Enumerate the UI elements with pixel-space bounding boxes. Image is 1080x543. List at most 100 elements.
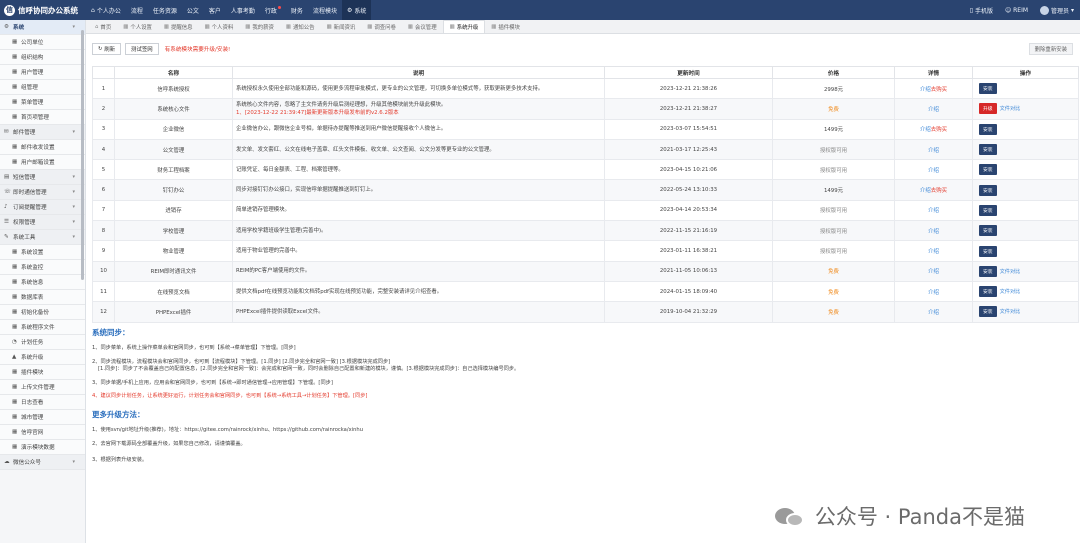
- sidebar-item-25[interactable]: ▦ 日志查看: [0, 395, 85, 410]
- price: 授权版可用: [772, 220, 895, 242]
- detail-link[interactable]: 介绍: [928, 229, 939, 235]
- price-value: 免费: [828, 309, 839, 316]
- module-name: 企业微信: [114, 118, 233, 140]
- delete-reinstall-button[interactable]: 删除重新安装: [1028, 43, 1073, 55]
- sidebar-item-1[interactable]: ▦ 公司单位: [0, 35, 85, 50]
- detail-link[interactable]: 介绍: [920, 127, 931, 133]
- upgrade-button[interactable]: 升级: [979, 103, 997, 115]
- detail-link[interactable]: 介绍: [928, 290, 939, 296]
- sidebar-item-0[interactable]: ⚙ 系统 ▾: [0, 20, 85, 35]
- install-button[interactable]: 安装: [979, 204, 997, 216]
- tab-0[interactable]: ⌂ 首页: [89, 20, 117, 33]
- sidebar-item-5[interactable]: ▦ 菜单管理: [0, 95, 85, 110]
- file-compare-link[interactable]: 文件对比: [1000, 106, 1021, 112]
- sidebar-item-19[interactable]: ▦ 初始化备份: [0, 305, 85, 320]
- install-button[interactable]: 安装: [979, 164, 997, 176]
- file-compare-link[interactable]: 文件对比: [1000, 309, 1021, 315]
- sidebar-item-20[interactable]: ▦ 系统程序文件: [0, 320, 85, 335]
- sidebar-item-11[interactable]: ☏ 即时通信管理 ▾: [0, 185, 85, 200]
- tab-7[interactable]: ▦ 调查问卷: [361, 20, 402, 33]
- refresh-button[interactable]: ↻ 刷新: [92, 43, 122, 55]
- install-button[interactable]: 安装: [979, 225, 997, 237]
- sidebar-item-3[interactable]: ▦ 用户管理: [0, 65, 85, 80]
- sidebar-item-17[interactable]: ▦ 系统信息: [0, 275, 85, 290]
- sidebar-item-22[interactable]: ▲ 系统升级: [0, 350, 85, 365]
- install-button[interactable]: 安装: [979, 83, 997, 95]
- topnav-item-2[interactable]: 任务资源: [148, 0, 182, 20]
- brand[interactable]: 信 信呼协同办公系统: [0, 4, 86, 16]
- detail-link[interactable]: 介绍: [928, 269, 939, 275]
- sidebar-item-9[interactable]: ▦ 用户邮箱设置: [0, 155, 85, 170]
- user-menu[interactable]: 管理员 ▾: [1034, 5, 1080, 15]
- topnav-item-9[interactable]: ⚙ 系统: [341, 0, 372, 20]
- tab-10[interactable]: ▦ 插件模块: [485, 20, 526, 33]
- file-compare-link[interactable]: 文件对比: [1000, 269, 1021, 275]
- sidebar-scrollbar[interactable]: [81, 30, 84, 280]
- sidebar-item-28[interactable]: ▦ 演示模块数据: [0, 440, 85, 455]
- sidebar-item-14[interactable]: ✎ 系统工具 ▾: [0, 230, 85, 245]
- topnav-item-4[interactable]: 客户: [204, 0, 226, 20]
- sidebar-item-8[interactable]: ▦ 邮件收发设置: [0, 140, 85, 155]
- buy-link[interactable]: 去购买: [931, 87, 947, 93]
- topnav-item-1[interactable]: 流程: [126, 0, 148, 20]
- sidebar-item-icon: ▦: [12, 294, 18, 300]
- test-network-button[interactable]: 测试签网: [125, 43, 159, 55]
- mobile-version-link[interactable]: ▯ 手机版: [964, 6, 999, 15]
- sidebar-item-26[interactable]: ▦ 城市管理: [0, 410, 85, 425]
- sidebar-item-18[interactable]: ▦ 数据库表: [0, 290, 85, 305]
- buy-link[interactable]: 去购买: [931, 188, 947, 194]
- sidebar-item-27[interactable]: ▦ 信呼官网: [0, 425, 85, 440]
- topnav-item-3[interactable]: 公文: [182, 0, 204, 20]
- topnav-item-5[interactable]: 人事考勤: [226, 0, 260, 20]
- notification-dot-icon: [277, 6, 281, 9]
- tab-1[interactable]: ▦ 个人设置: [117, 20, 158, 33]
- tab-2[interactable]: ▦ 提醒信息: [158, 20, 199, 33]
- detail-link[interactable]: 介绍: [928, 208, 939, 214]
- install-button[interactable]: 安装: [979, 184, 997, 196]
- detail-link[interactable]: 介绍: [928, 249, 939, 255]
- sidebar-item-16[interactable]: ▦ 系统监控: [0, 260, 85, 275]
- detail-cell: 介绍去购买: [894, 77, 973, 100]
- buy-link[interactable]: 去购买: [931, 127, 947, 133]
- sidebar-item-4[interactable]: ▦ 组管理: [0, 80, 85, 95]
- sidebar-item-21[interactable]: ◔ 计划任务: [0, 335, 85, 350]
- file-compare-link[interactable]: 文件对比: [1000, 289, 1021, 295]
- sidebar-item-23[interactable]: ▦ 插件模块: [0, 365, 85, 380]
- detail-link[interactable]: 介绍: [920, 87, 931, 93]
- install-button[interactable]: 安装: [979, 245, 997, 257]
- sidebar-item-label: 即时通信管理: [13, 190, 47, 196]
- install-button[interactable]: 安装: [979, 306, 997, 318]
- sidebar-item-29[interactable]: ☁ 微信公众号 ▾: [0, 455, 85, 470]
- reim-link[interactable]: ☺ REIM: [999, 7, 1034, 14]
- detail-link[interactable]: 介绍: [920, 188, 931, 194]
- detail-link[interactable]: 介绍: [928, 310, 939, 316]
- price: 授权版可用: [772, 159, 895, 181]
- sidebar-item-24[interactable]: ▦ 上传文件管理: [0, 380, 85, 395]
- sidebar-item-6[interactable]: ▦ 首页项管理: [0, 110, 85, 125]
- topnav-item-0[interactable]: ⌂ 个人办公: [86, 0, 126, 20]
- tab-5[interactable]: ▦ 通知公告: [280, 20, 321, 33]
- tab-6[interactable]: ▦ 新闻资讯: [321, 20, 362, 33]
- detail-link[interactable]: 介绍: [928, 107, 939, 113]
- install-button[interactable]: 安装: [979, 144, 997, 156]
- tab-4[interactable]: ▦ 我的薪资: [239, 20, 280, 33]
- sidebar-item-7[interactable]: ✉ 邮件管理 ▾: [0, 125, 85, 140]
- sidebar-item-icon: ▦: [12, 309, 18, 315]
- sidebar-item-13[interactable]: ☰ 权限管理 ▾: [0, 215, 85, 230]
- install-button[interactable]: 安装: [979, 265, 997, 277]
- topnav-item-6[interactable]: 行政: [260, 0, 286, 20]
- sidebar-item-12[interactable]: ♪ 订阅提醒管理 ▾: [0, 200, 85, 215]
- detail-link[interactable]: 介绍: [928, 168, 939, 174]
- topnav-item-7[interactable]: 财务: [286, 0, 308, 20]
- sidebar-item-2[interactable]: ▦ 组织结构: [0, 50, 85, 65]
- topnav-label: 行政: [264, 7, 277, 15]
- tab-9[interactable]: ▦ 系统升级: [442, 20, 486, 33]
- topnav-item-8[interactable]: 流程模块: [308, 0, 342, 20]
- tab-3[interactable]: ▦ 个人资料: [199, 20, 240, 33]
- detail-link[interactable]: 介绍: [928, 148, 939, 154]
- install-button[interactable]: 安装: [979, 286, 997, 298]
- tab-8[interactable]: ▦ 会议管理: [402, 20, 443, 33]
- sidebar-item-10[interactable]: ▤ 短信管理 ▾: [0, 170, 85, 185]
- install-button[interactable]: 安装: [979, 123, 997, 135]
- sidebar-item-15[interactable]: ▦ 系统设置: [0, 245, 85, 260]
